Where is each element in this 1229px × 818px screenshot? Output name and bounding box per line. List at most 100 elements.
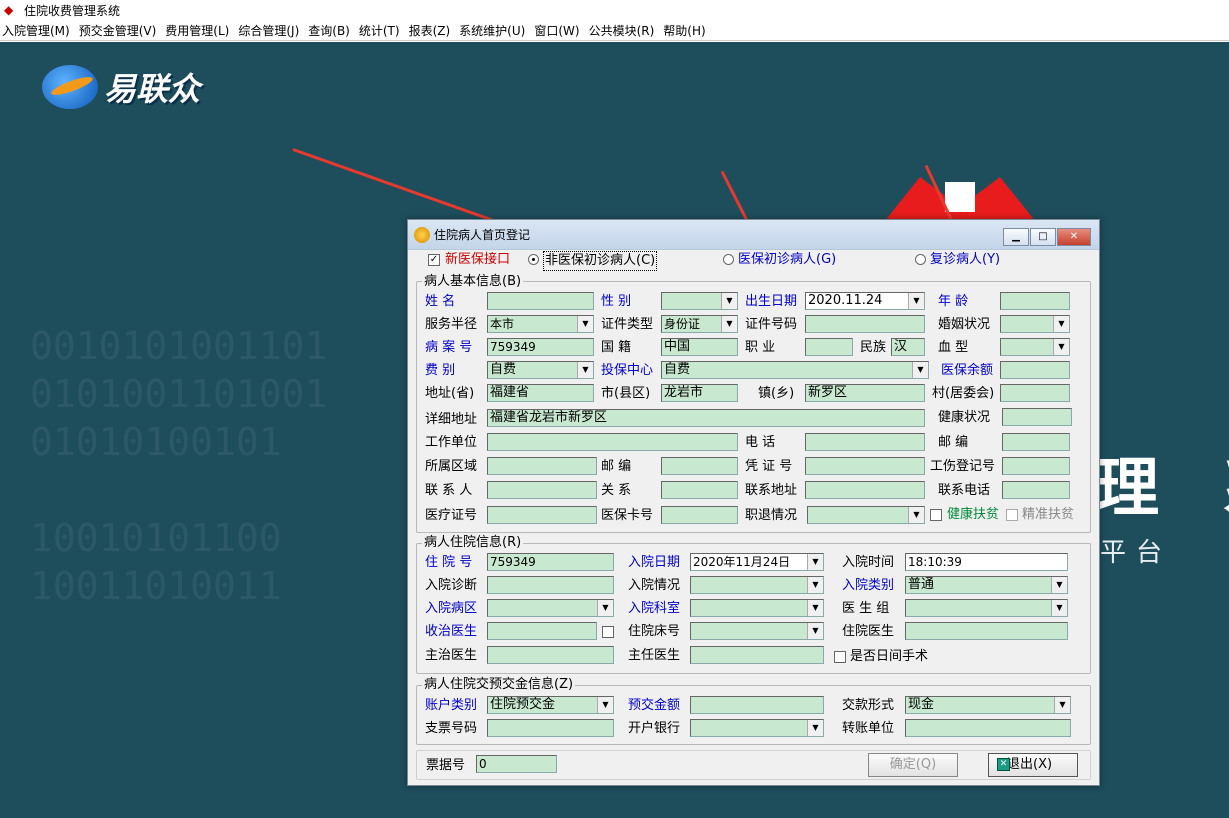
- menu-chuangkou[interactable]: 窗口(W): [532, 22, 586, 39]
- zhuyuanhao-input[interactable]: 759349: [487, 553, 614, 571]
- keshi-select[interactable]: [690, 599, 824, 617]
- sheng-input[interactable]: 福建省: [487, 384, 594, 402]
- feibie-select[interactable]: 自费: [487, 361, 594, 379]
- yibaoye-input[interactable]: [1000, 361, 1070, 379]
- shi-input[interactable]: 龙岩市: [661, 384, 738, 402]
- bingqu-select[interactable]: [487, 599, 614, 617]
- jiaokuan-select[interactable]: 现金: [905, 696, 1071, 714]
- menu-xitong[interactable]: 系统维护(U): [457, 22, 532, 39]
- yibaoka-input[interactable]: [661, 506, 738, 524]
- xinyibao-checkbox[interactable]: ✓: [428, 254, 440, 266]
- guoji-input[interactable]: 中国: [661, 338, 738, 356]
- xingming-input[interactable]: [487, 292, 594, 310]
- close-button[interactable]: ✕: [1057, 228, 1091, 246]
- label-rijian[interactable]: 是否日间手术: [850, 648, 928, 666]
- xuexing-select[interactable]: [1000, 338, 1070, 356]
- xingbie-select[interactable]: [661, 292, 738, 310]
- shouzhi-checkbox[interactable]: [602, 626, 614, 638]
- lianxidizhi-input[interactable]: [805, 481, 925, 499]
- menu-chaxun[interactable]: 查询(B): [306, 22, 357, 39]
- zhuanzhang-input[interactable]: [905, 719, 1071, 737]
- radio-yibao-chuzhen-label[interactable]: 医保初诊病人(G): [738, 251, 836, 269]
- ruyuansj-input[interactable]: 18:10:39: [905, 553, 1068, 571]
- gongzuo-input[interactable]: [487, 433, 738, 451]
- zhipiao-input[interactable]: [487, 719, 614, 737]
- menu-tongji[interactable]: 统计(T): [357, 22, 407, 39]
- label-zhen: 镇(乡): [758, 386, 795, 401]
- jkfp-checkbox[interactable]: [930, 509, 942, 521]
- yishengzu-select[interactable]: [905, 599, 1068, 617]
- zhiye-input[interactable]: [805, 338, 853, 356]
- suoshu-input[interactable]: [487, 457, 597, 475]
- dianhua-input[interactable]: [805, 433, 925, 451]
- rijian-checkbox[interactable]: [834, 651, 846, 663]
- kaihu-select[interactable]: [690, 719, 824, 737]
- yiliao-input[interactable]: [487, 506, 597, 524]
- shouzhi-input[interactable]: [487, 622, 597, 640]
- guanxi-input[interactable]: [661, 481, 738, 499]
- label-zhengjianhm: 证件号码: [745, 317, 798, 332]
- lianxiren-input[interactable]: [487, 481, 597, 499]
- xiangxi-input[interactable]: 福建省龙岩市新罗区: [487, 409, 925, 427]
- youbian2-input[interactable]: [661, 457, 738, 475]
- gongshang-input[interactable]: [1002, 457, 1070, 475]
- pingzheng-input[interactable]: [805, 457, 925, 475]
- menu-ruyuan[interactable]: 入院管理(M): [0, 22, 77, 39]
- maximize-button[interactable]: □: [1030, 228, 1056, 246]
- minzu-input[interactable]: 汉: [891, 338, 925, 356]
- qingkuang-select[interactable]: [690, 576, 824, 594]
- nianling-input[interactable]: [1000, 292, 1070, 310]
- label-jzfp[interactable]: 精准扶贫: [1022, 506, 1074, 524]
- cun-input[interactable]: [1000, 384, 1070, 402]
- confirm-button[interactable]: 确定(Q): [868, 753, 958, 777]
- zhuyuanys-input[interactable]: [905, 622, 1068, 640]
- background-subtitle: 平台: [1100, 538, 1173, 568]
- zhenduan-input[interactable]: [487, 576, 614, 594]
- menu-yujiao[interactable]: 预交金管理(V): [77, 22, 164, 39]
- radio-fuzhen[interactable]: [915, 254, 926, 265]
- ruyuanrq-date[interactable]: 2020年11月24日: [690, 553, 824, 571]
- fuwu-select[interactable]: 本市: [487, 315, 594, 333]
- zhengjianlx-select[interactable]: 身份证: [661, 315, 738, 333]
- toubao-select[interactable]: 自费: [661, 361, 929, 379]
- radio-fei-yibao[interactable]: [528, 254, 539, 265]
- jiankang-input[interactable]: [1002, 408, 1072, 426]
- label-zhuanzhang: 转账单位: [842, 721, 895, 736]
- label-chusheng: 出生日期: [745, 294, 798, 309]
- label-jiaokuan: 交款形式: [842, 698, 895, 713]
- label-yujiao: 预交金额: [628, 698, 681, 713]
- radio-yibao-chuzhen[interactable]: [723, 254, 734, 265]
- radio-fuzhen-label[interactable]: 复诊病人(Y): [930, 251, 1000, 269]
- menu-feiyong[interactable]: 费用管理(L): [163, 22, 236, 39]
- exit-button[interactable]: ✕ 退出(X): [988, 753, 1078, 777]
- label-fuwu: 服务半径: [425, 317, 478, 332]
- jzfp-checkbox[interactable]: [1006, 509, 1018, 521]
- menu-gonggong[interactable]: 公共模块(R): [587, 22, 662, 39]
- chuanghao-select[interactable]: [690, 622, 824, 640]
- youbian-input[interactable]: [1002, 433, 1070, 451]
- zhanghu-select[interactable]: 住院预交金: [487, 696, 614, 714]
- zhen-input[interactable]: 新罗区: [805, 384, 925, 402]
- zhengjianhm-input[interactable]: [805, 315, 925, 333]
- menu-bangzhu[interactable]: 帮助(H): [661, 22, 712, 39]
- bingan-input[interactable]: 759349: [487, 338, 594, 356]
- zhuzhi-input[interactable]: [487, 646, 614, 664]
- app-titlebar: ◆ 住院收费管理系统: [0, 0, 1229, 20]
- label-jkfp[interactable]: 健康扶贫: [947, 506, 999, 524]
- label-yiliao: 医疗证号: [425, 508, 478, 523]
- hunyin-select[interactable]: [1000, 315, 1070, 333]
- minimize-button[interactable]: ▁: [1003, 228, 1029, 246]
- radio-fei-yibao-label[interactable]: 非医保初诊病人(C): [543, 251, 658, 271]
- zhuren-input[interactable]: [690, 646, 824, 664]
- lianxidianhua-input[interactable]: [1002, 481, 1070, 499]
- piaoju-input[interactable]: 0: [476, 755, 557, 773]
- app-icon: ◆: [4, 3, 14, 17]
- yujiao-input[interactable]: [690, 696, 824, 714]
- patient-registration-dialog: 住院病人首页登记 ▁ □ ✕ ✓ 新医保接口 非医保初诊病人(C) 医保初诊病人…: [407, 219, 1100, 786]
- label-qingkuang: 入院情况: [628, 578, 681, 593]
- menu-baobiao[interactable]: 报表(Z): [407, 22, 458, 39]
- zhituiqk-select[interactable]: [807, 506, 925, 524]
- menu-zonghe[interactable]: 综合管理(J): [236, 22, 306, 39]
- leibie-select[interactable]: 普通: [905, 576, 1068, 594]
- chusheng-date[interactable]: 2020.11.24: [805, 292, 925, 310]
